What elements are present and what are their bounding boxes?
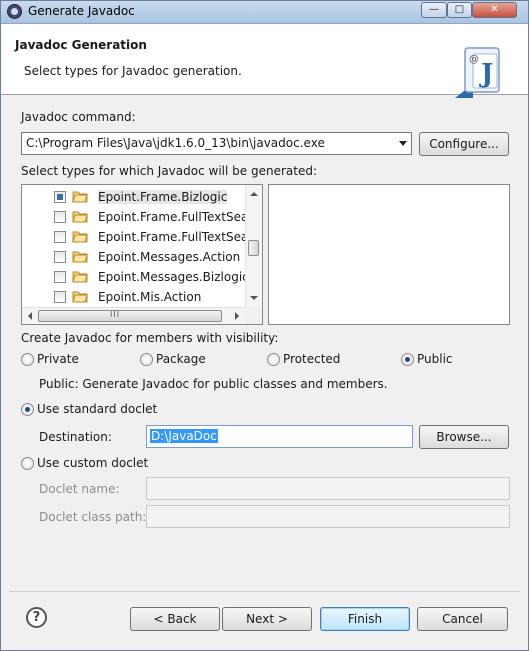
doclet-class-path-input[interactable] — [146, 505, 510, 528]
custom-doclet-label: Use custom doclet — [37, 456, 149, 470]
public-radio[interactable] — [401, 353, 414, 366]
javadoc-wizard-icon: J @ — [455, 47, 500, 98]
scroll-up-icon[interactable] — [250, 192, 258, 196]
title-bar: Generate Javadoc — □ ✕ — [1, 1, 528, 24]
cancel-button[interactable]: Cancel — [417, 607, 508, 631]
scroll-down-icon[interactable] — [250, 296, 258, 300]
close-button[interactable]: ✕ — [472, 2, 517, 18]
generate-javadoc-dialog: Generate Javadoc — □ ✕ Javadoc Generatio… — [0, 0, 529, 651]
configure-button[interactable]: Configure... — [419, 132, 509, 156]
types-label: Select types for which Javadoc will be g… — [21, 164, 317, 178]
scroll-left-icon[interactable] — [28, 312, 32, 320]
checkbox[interactable] — [54, 251, 66, 263]
custom-doclet-radio[interactable] — [21, 457, 34, 470]
protected-radio[interactable] — [267, 353, 280, 366]
finish-button[interactable]: Finish — [320, 607, 410, 631]
chevron-down-icon[interactable] — [399, 141, 407, 146]
types-tree[interactable]: Epoint.Frame.Bizlogic Epoint.Frame.FullT… — [21, 184, 263, 325]
checkbox[interactable] — [54, 291, 66, 303]
wizard-header: Javadoc Generation Select types for Java… — [1, 24, 528, 98]
back-button[interactable]: < Back — [130, 607, 220, 631]
scroll-thumb[interactable] — [248, 240, 259, 256]
checkbox[interactable] — [54, 191, 66, 203]
checkbox[interactable] — [54, 211, 66, 223]
vertical-scrollbar[interactable] — [245, 185, 262, 307]
package-radio[interactable] — [140, 353, 153, 366]
package-folder-icon — [72, 271, 88, 283]
page-title: Javadoc Generation — [15, 38, 147, 52]
tree-item-label: Epoint.Messages.Bizlogic — [98, 270, 249, 284]
types-list[interactable] — [268, 184, 510, 325]
visibility-description: Public: Generate Javadoc for public clas… — [39, 377, 388, 391]
protected-label: Protected — [283, 352, 341, 366]
private-label: Private — [37, 352, 79, 366]
javadoc-command-value: C:\Program Files\Java\jdk1.6.0_13\bin\ja… — [26, 136, 325, 150]
javadoc-command-label: Javadoc command: — [21, 110, 136, 124]
public-label: Public — [417, 352, 453, 366]
browse-button[interactable]: Browse... — [419, 425, 509, 449]
svg-text:@: @ — [469, 54, 479, 65]
package-folder-icon — [72, 211, 88, 223]
destination-label: Destination: — [39, 430, 112, 444]
svg-text:J: J — [479, 59, 493, 89]
maximize-button[interactable]: □ — [447, 2, 472, 18]
tree-item-label: Epoint.Messages.Action — [98, 250, 241, 264]
package-folder-icon — [72, 191, 88, 203]
destination-value: D:\JavaDoc — [150, 429, 218, 443]
doclet-name-input[interactable] — [146, 477, 510, 500]
tree-item-label: Epoint.Mis.Action — [98, 290, 202, 304]
minimize-button[interactable]: — — [421, 2, 447, 18]
package-label: Package — [156, 352, 206, 366]
standard-doclet-label: Use standard doclet — [37, 402, 158, 416]
javadoc-command-combo[interactable]: C:\Program Files\Java\jdk1.6.0_13\bin\ja… — [21, 132, 412, 155]
tree-item-label: Epoint.Frame.Bizlogic — [98, 190, 228, 204]
private-radio[interactable] — [21, 353, 34, 366]
help-icon[interactable]: ? — [26, 607, 47, 628]
tree-item-label: Epoint.Frame.FullTextSear — [98, 210, 254, 224]
package-folder-icon — [72, 251, 88, 263]
app-icon — [7, 4, 22, 19]
package-folder-icon — [72, 291, 88, 303]
package-folder-icon — [72, 231, 88, 243]
scroll-thumb[interactable] — [38, 310, 222, 322]
doclet-name-label: Doclet name: — [39, 482, 120, 496]
checkbox[interactable] — [54, 231, 66, 243]
window-title: Generate Javadoc — [28, 4, 135, 18]
destination-input[interactable]: D:\JavaDoc — [146, 425, 413, 448]
doclet-class-path-label: Doclet class path: — [39, 510, 147, 524]
checkbox[interactable] — [54, 271, 66, 283]
standard-doclet-radio[interactable] — [21, 403, 34, 416]
scroll-grip: III — [110, 310, 121, 319]
tree-item-label: Epoint.Frame.FullTextSear — [98, 230, 254, 244]
footer-divider — [9, 591, 520, 592]
visibility-label: Create Javadoc for members with visibili… — [21, 331, 279, 345]
next-button[interactable]: Next > — [222, 607, 312, 631]
horizontal-scrollbar[interactable]: III — [22, 307, 245, 324]
page-description: Select types for Javadoc generation. — [24, 64, 242, 78]
scroll-right-icon[interactable] — [235, 312, 239, 320]
scrollbar-corner — [245, 307, 262, 324]
